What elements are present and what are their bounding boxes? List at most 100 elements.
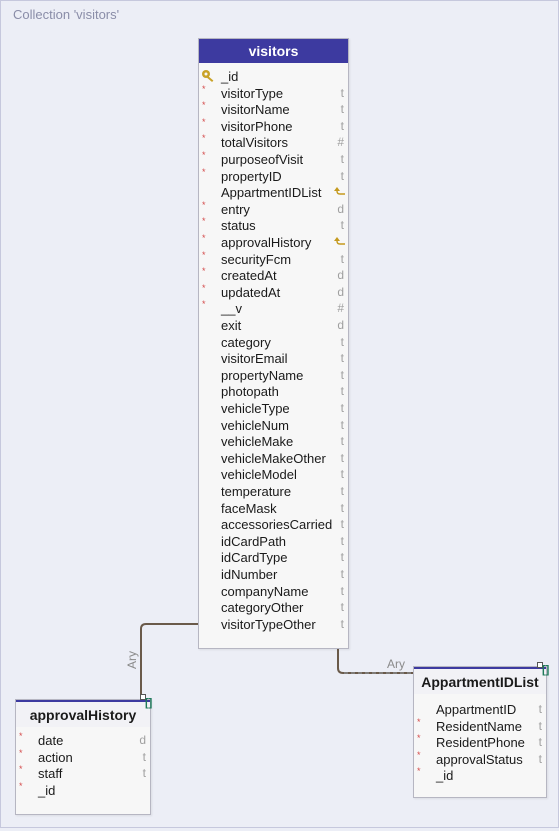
field-type: t bbox=[340, 500, 344, 515]
field-row[interactable]: * __v # bbox=[199, 299, 348, 317]
field-type: t bbox=[142, 749, 146, 764]
field-name: vehicleType bbox=[221, 401, 290, 416]
field-row[interactable]: * action t bbox=[16, 748, 150, 766]
required-mark: * bbox=[202, 133, 206, 144]
field-row[interactable]: faceMask t bbox=[199, 501, 348, 517]
required-mark: * bbox=[417, 733, 421, 744]
field-name: AppartmentIDList bbox=[221, 185, 322, 201]
relation-label-left: Ary bbox=[125, 651, 139, 669]
field-name: createdAt bbox=[221, 268, 277, 284]
field-type: t bbox=[340, 517, 344, 532]
field-row[interactable]: * createdAt d bbox=[199, 266, 348, 284]
field-row[interactable]: exit d bbox=[199, 318, 348, 334]
field-name: date bbox=[38, 733, 64, 748]
field-row[interactable]: AppartmentID t bbox=[414, 702, 546, 718]
field-row[interactable]: * staff t bbox=[16, 764, 150, 782]
field-type: d bbox=[337, 268, 344, 283]
entity-visitors-title[interactable]: visitors bbox=[199, 39, 348, 63]
link-arrow-icon[interactable] bbox=[334, 236, 346, 248]
field-row[interactable]: categoryOther t bbox=[199, 600, 348, 616]
entity-appartmentIDList-title[interactable]: AppartmentIDList bbox=[414, 667, 546, 694]
field-row[interactable]: propertyName t bbox=[199, 368, 348, 384]
field-name: ResidentPhone bbox=[436, 735, 525, 751]
field-type: d bbox=[337, 318, 344, 332]
field-row[interactable]: * totalVisitors # bbox=[199, 133, 348, 151]
field-row[interactable]: * visitorType t bbox=[199, 84, 348, 102]
field-row[interactable]: vehicleMakeOther t bbox=[199, 451, 348, 467]
field-row[interactable]: companyName t bbox=[199, 584, 348, 600]
field-type: t bbox=[340, 484, 344, 498]
field-row[interactable]: * _id bbox=[16, 781, 150, 799]
field-type: t bbox=[538, 735, 542, 750]
field-name: categoryOther bbox=[221, 600, 304, 616]
field-type: t bbox=[340, 118, 344, 133]
field-type: t bbox=[340, 533, 344, 548]
entity-approvalHistory[interactable]: approvalHistory * date d * action t * staff t * _i… bbox=[15, 699, 151, 815]
field-row[interactable]: * propertyID t bbox=[199, 167, 348, 185]
field-type: t bbox=[340, 218, 344, 233]
entity-visitors-fields: _id * visitorType t * visitorName t * visitorPho… bbox=[199, 63, 348, 637]
entity-visitors[interactable]: visitors _id * visitorType t * visitorName t * v… bbox=[198, 38, 349, 649]
field-row[interactable]: idCardPath t bbox=[199, 534, 348, 550]
field-name: vehicleNum bbox=[221, 417, 289, 433]
field-row[interactable]: temperature t bbox=[199, 484, 348, 500]
field-row[interactable]: * status t bbox=[199, 216, 348, 234]
field-type: t bbox=[340, 334, 344, 349]
field-row[interactable]: * updatedAt d bbox=[199, 283, 348, 301]
field-name: vehicleMake bbox=[221, 434, 294, 450]
field-row[interactable]: * ResidentPhone t bbox=[414, 733, 546, 751]
field-row[interactable]: idNumber t bbox=[199, 567, 348, 583]
field-row[interactable]: vehicleModel t bbox=[199, 467, 348, 483]
field-row[interactable]: * ResidentName t bbox=[414, 717, 546, 735]
field-row[interactable]: visitorEmail t bbox=[199, 351, 348, 367]
field-row[interactable]: * _id bbox=[414, 766, 546, 784]
field-row[interactable]: * approvalStatus t bbox=[414, 750, 546, 768]
field-name: purposeofVisit bbox=[221, 152, 304, 167]
field-row[interactable]: category t bbox=[199, 335, 348, 351]
field-type: t bbox=[340, 417, 344, 432]
field-name: visitorPhone bbox=[221, 118, 293, 134]
field-row[interactable]: * securityFcm t bbox=[199, 250, 348, 268]
field-name: _id bbox=[221, 69, 239, 84]
field-name: category bbox=[221, 334, 271, 350]
field-type: t bbox=[340, 102, 344, 117]
field-row[interactable]: idCardType t bbox=[199, 550, 348, 566]
field-name: status bbox=[221, 218, 256, 234]
entity-appartmentIDList[interactable]: AppartmentIDList AppartmentID t * ResidentN… bbox=[413, 666, 547, 798]
field-name: temperature bbox=[221, 484, 292, 499]
field-row[interactable]: * approvalHistory bbox=[199, 233, 348, 251]
required-mark: * bbox=[417, 766, 421, 777]
field-name: companyName bbox=[221, 583, 309, 599]
field-type: t bbox=[340, 616, 344, 631]
field-row[interactable]: _id bbox=[199, 69, 348, 85]
field-type: t bbox=[340, 550, 344, 565]
field-row[interactable]: vehicleMake t bbox=[199, 434, 348, 450]
entity-appartmentIDList-fields: AppartmentID t * ResidentName t * ResidentPhon… bbox=[414, 702, 546, 789]
field-name: faceMask bbox=[221, 500, 277, 516]
field-name: totalVisitors bbox=[221, 135, 288, 151]
field-row[interactable]: * date d bbox=[16, 731, 150, 749]
field-row[interactable]: * visitorPhone t bbox=[199, 117, 348, 135]
field-row[interactable]: AppartmentIDList bbox=[199, 185, 348, 201]
field-type: # bbox=[337, 135, 344, 150]
field-type: t bbox=[340, 367, 344, 382]
link-arrow-icon[interactable] bbox=[334, 186, 346, 198]
field-name: visitorEmail bbox=[221, 351, 288, 367]
field-row[interactable]: * purposeofVisit t bbox=[199, 150, 348, 168]
field-name: securityFcm bbox=[221, 251, 292, 267]
field-row[interactable]: * visitorName t bbox=[199, 100, 348, 118]
field-type: t bbox=[340, 152, 344, 166]
field-row[interactable]: vehicleNum t bbox=[199, 418, 348, 434]
field-type: t bbox=[340, 401, 344, 415]
field-type: t bbox=[340, 450, 344, 465]
entity-approvalHistory-title[interactable]: approvalHistory bbox=[16, 700, 150, 727]
field-row[interactable]: accessoriesCarried t bbox=[199, 517, 348, 533]
field-row[interactable]: vehicleType t bbox=[199, 401, 348, 417]
key-icon bbox=[201, 69, 217, 83]
field-name: entry bbox=[221, 201, 250, 217]
required-mark: * bbox=[19, 764, 23, 775]
field-type: t bbox=[340, 251, 344, 266]
field-row[interactable]: visitorTypeOther t bbox=[199, 617, 348, 633]
field-row[interactable]: photopath t bbox=[199, 384, 348, 400]
field-row[interactable]: * entry d bbox=[199, 200, 348, 218]
